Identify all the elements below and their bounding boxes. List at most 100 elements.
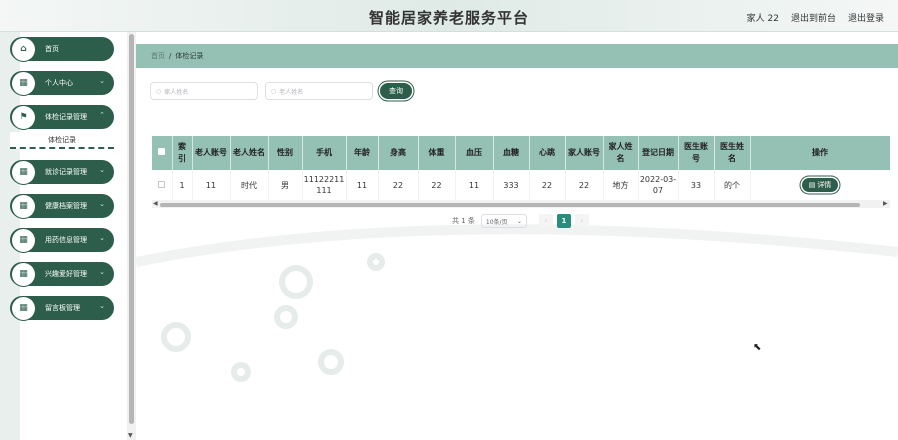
chevron-down-icon: ⌄ (516, 217, 522, 225)
column-header[interactable]: 索引 (172, 136, 193, 170)
cell-family-name: 地方 (603, 170, 639, 202)
family-name-search-input[interactable]: ○ 家人姓名 (150, 82, 258, 100)
column-header[interactable]: 医生账号 (678, 136, 715, 170)
row-checkbox[interactable] (152, 170, 173, 202)
column-header[interactable]: 血压 (455, 136, 494, 170)
cell-actions: ▤ 详情 (750, 170, 890, 202)
column-header[interactable]: 性别 (268, 136, 303, 170)
pagination-total: 共 1 条 (452, 217, 475, 225)
column-header[interactable]: 身高 (378, 136, 419, 170)
sidebar-item-label: 健康档案管理 (45, 202, 87, 210)
table-row: 1 11 时代 男 11122211111 11 22 22 11 333 22… (152, 170, 890, 202)
sidebar-item-health-records[interactable]: ▦ 健康档案管理 ⌄ (10, 194, 114, 218)
page-size-select[interactable]: 10条/页 ⌄ (480, 214, 527, 228)
sidebar-item-label: 个人中心 (45, 79, 73, 87)
cell-age: 11 (346, 170, 379, 202)
sidebar-item-label: 就诊记录管理 (45, 168, 87, 176)
chevron-down-icon: ⌄ (99, 268, 105, 276)
grid-icon: ▦ (14, 264, 33, 284)
chevron-down-icon: ⌄ (99, 302, 105, 310)
table-header-row: 索引 老人账号 老人姓名 性别 手机 年龄 身高 体重 血压 血糖 心跳 家人账… (152, 136, 890, 170)
sidebar-item-medication-management[interactable]: ▦ 用药信息管理 ⌄ (10, 228, 114, 252)
back-to-front-link[interactable]: 退出到前台 (791, 11, 836, 24)
sidebar-item-visit-management[interactable]: ▦ 就诊记录管理 ⌄ (10, 160, 114, 184)
scroll-down-arrow-icon[interactable]: ▼ (128, 432, 133, 439)
sidebar-item-checkup-management[interactable]: ⚑ 体检记录管理 ⌃ (10, 105, 114, 129)
detail-button-label: 详情 (817, 180, 832, 189)
cell-height: 22 (378, 170, 419, 202)
cell-index: 1 (172, 170, 193, 202)
sidebar-item-label: 体检记录管理 (45, 113, 87, 121)
elder-name-search-input[interactable]: ○ 老人姓名 (265, 82, 373, 100)
main-content: 首页 / 体检记录 ○ 家人姓名 ○ 老人姓名 查询 索引 老人账号 老人姓名 (136, 32, 898, 440)
cell-phone: 11122211111 (302, 170, 347, 202)
cell-weight: 22 (418, 170, 456, 202)
cell-heartbeat: 22 (529, 170, 566, 202)
breadcrumb-current: 体检记录 (175, 52, 204, 60)
sidebar-item-label: 兴趣爱好管理 (45, 270, 87, 278)
breadcrumb-separator: / (169, 52, 172, 60)
cell-blood-pressure: 11 (455, 170, 494, 202)
submenu-item-checkup-records[interactable]: 体检记录 (10, 132, 114, 149)
grid-icon: ▦ (14, 196, 33, 216)
select-all-checkbox[interactable] (152, 136, 173, 170)
cell-doctor-account: 33 (678, 170, 715, 202)
checkup-table: 索引 老人账号 老人姓名 性别 手机 年龄 身高 体重 血压 血糖 心跳 家人账… (152, 136, 890, 208)
flag-icon: ⚑ (14, 107, 33, 127)
query-button[interactable]: 查询 (380, 83, 412, 99)
cell-blood-sugar: 333 (493, 170, 530, 202)
background-decoration (136, 224, 898, 382)
grid-icon: ▦ (14, 73, 33, 93)
sidebar-item-message-board[interactable]: ▦ 留言板管理 ⌄ (10, 296, 114, 320)
scroll-right-arrow-icon[interactable]: ▶ (883, 200, 888, 207)
chevron-down-icon: ⌄ (99, 166, 105, 174)
column-header: 操作 (750, 136, 890, 170)
page-number-current[interactable]: 1 (556, 214, 571, 228)
search-icon: ○ (271, 87, 277, 95)
column-header[interactable]: 心跳 (529, 136, 566, 170)
column-header[interactable]: 体重 (418, 136, 456, 170)
sidebar-item-label: 首页 (45, 45, 59, 53)
current-user: 家人 22 (746, 14, 779, 24)
chevron-up-icon: ⌃ (99, 111, 105, 119)
grid-icon: ▦ (14, 230, 33, 250)
cell-register-date: 2022-03-07 (638, 170, 679, 202)
grid-icon: ▦ (14, 298, 33, 318)
mouse-cursor-icon: ⬉ (753, 342, 762, 353)
table-scrollbar-thumb[interactable] (160, 203, 860, 207)
cell-family-account: 22 (565, 170, 604, 202)
logout-link[interactable]: 退出登录 (848, 11, 884, 24)
column-header[interactable]: 登记日期 (638, 136, 679, 170)
column-header[interactable]: 手机 (302, 136, 347, 170)
column-header[interactable]: 血糖 (493, 136, 530, 170)
sidebar-item-home[interactable]: ⌂ 首页 (10, 37, 114, 61)
family-name-placeholder: 家人姓名 (164, 88, 189, 96)
sidebar-scrollbar-thumb[interactable] (129, 34, 134, 424)
column-header[interactable]: 年龄 (346, 136, 379, 170)
column-header[interactable]: 家人姓名 (603, 136, 639, 170)
sidebar-item-personal-center[interactable]: ▦ 个人中心 ⌄ (10, 71, 114, 95)
pagination: 共 1 条 10条/页 ⌄ ‹ 1 › (452, 214, 589, 228)
column-header[interactable]: 老人账号 (192, 136, 231, 170)
document-icon: ▤ (808, 180, 816, 189)
column-header[interactable]: 老人姓名 (230, 136, 269, 170)
scroll-left-arrow-icon[interactable]: ◀ (153, 200, 158, 207)
sidebar-item-label: 用药信息管理 (45, 236, 87, 244)
next-page-button[interactable]: › (574, 214, 589, 228)
chevron-down-icon: ⌄ (99, 77, 105, 85)
top-bar: 智能居家养老服务平台 家人 22 退出到前台 退出登录 (0, 0, 898, 32)
breadcrumb: 首页 / 体检记录 (136, 44, 898, 68)
detail-button[interactable]: ▤ 详情 (802, 178, 838, 193)
column-header[interactable]: 医生姓名 (714, 136, 751, 170)
prev-page-button[interactable]: ‹ (538, 214, 553, 228)
cell-doctor-name: 的个 (714, 170, 751, 202)
sidebar-item-hobby-management[interactable]: ▦ 兴趣爱好管理 ⌄ (10, 262, 114, 286)
page-size-value: 10条/页 (485, 218, 508, 226)
search-icon: ○ (156, 87, 162, 95)
breadcrumb-home[interactable]: 首页 (151, 51, 165, 61)
column-header[interactable]: 家人账号 (565, 136, 604, 170)
sidebar: ⌂ 首页 ▦ 个人中心 ⌄ ⚑ 体检记录管理 ⌃ 体检记录 ▦ 就诊记录管理 ⌄… (0, 32, 136, 440)
grid-icon: ▦ (14, 162, 33, 182)
home-icon: ⌂ (14, 39, 33, 59)
cell-gender: 男 (268, 170, 303, 202)
